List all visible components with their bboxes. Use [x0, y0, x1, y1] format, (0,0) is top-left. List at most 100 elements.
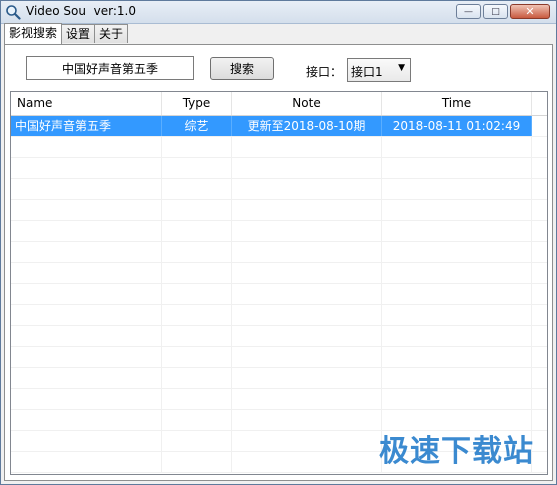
empty-grid-cell	[532, 368, 547, 388]
tab-settings[interactable]: 设置	[61, 24, 96, 43]
empty-grid-row	[11, 326, 547, 347]
empty-grid-cell	[532, 137, 547, 157]
results-list[interactable]: Name Type Note Time 中国好声音第五季 综艺 更新至2018-…	[10, 91, 548, 475]
chevron-down-icon: ▼	[398, 63, 405, 73]
empty-grid-cell	[382, 284, 532, 304]
empty-grid-cell	[532, 221, 547, 241]
empty-grid-cell	[162, 242, 232, 262]
empty-grid-cell	[532, 305, 547, 325]
empty-grid-rows	[11, 137, 547, 473]
empty-grid-cell	[162, 410, 232, 430]
empty-grid-cell	[232, 137, 382, 157]
list-row[interactable]: 中国好声音第五季 综艺 更新至2018-08-10期 2018-08-11 01…	[11, 116, 547, 137]
search-button[interactable]: 搜索	[210, 57, 274, 80]
empty-grid-cell	[382, 200, 532, 220]
empty-grid-row	[11, 389, 547, 410]
tab-video-search[interactable]: 影视搜索	[4, 23, 63, 44]
empty-grid-cell	[382, 137, 532, 157]
title-bar[interactable]: Video Sou ver:1.0 — □ ✕	[1, 1, 556, 24]
api-select-value: 接口1	[351, 65, 383, 79]
empty-grid-cell	[382, 305, 532, 325]
maximize-button[interactable]: □	[483, 4, 508, 19]
minimize-button[interactable]: —	[456, 4, 481, 19]
search-input[interactable]	[26, 56, 194, 80]
tab-about[interactable]: 关于	[94, 24, 129, 43]
empty-grid-cell	[11, 179, 162, 199]
empty-grid-cell	[232, 305, 382, 325]
empty-grid-cell	[232, 410, 382, 430]
empty-grid-cell	[232, 263, 382, 283]
empty-grid-row	[11, 242, 547, 263]
column-header-time[interactable]: Time	[382, 92, 532, 115]
empty-grid-cell	[11, 410, 162, 430]
empty-grid-cell	[232, 158, 382, 178]
empty-grid-cell	[11, 137, 162, 157]
empty-grid-cell	[162, 431, 232, 451]
magnifier-icon	[6, 5, 21, 20]
api-label: 接口：	[306, 65, 343, 79]
empty-grid-cell	[11, 368, 162, 388]
empty-grid-cell	[162, 452, 232, 472]
empty-grid-cell	[532, 347, 547, 367]
site-watermark: 极速下载站	[379, 434, 534, 469]
empty-grid-row	[11, 221, 547, 242]
window-title: Video Sou ver:1.0	[26, 4, 136, 18]
empty-grid-cell	[532, 200, 547, 220]
empty-grid-cell	[532, 242, 547, 262]
empty-grid-cell	[232, 431, 382, 451]
empty-grid-cell	[382, 242, 532, 262]
empty-grid-cell	[532, 326, 547, 346]
cell-time: 2018-08-11 01:02:49	[382, 116, 532, 136]
column-header-note[interactable]: Note	[232, 92, 382, 115]
empty-grid-cell	[162, 158, 232, 178]
empty-grid-cell	[532, 158, 547, 178]
empty-grid-cell	[532, 263, 547, 283]
empty-grid-cell	[11, 326, 162, 346]
column-header-name[interactable]: Name	[11, 92, 162, 115]
cell-type: 综艺	[162, 116, 232, 136]
empty-grid-row	[11, 200, 547, 221]
empty-grid-cell	[11, 431, 162, 451]
list-header: Name Type Note Time	[11, 92, 547, 116]
empty-grid-cell	[162, 368, 232, 388]
empty-grid-cell	[382, 347, 532, 367]
empty-grid-cell	[532, 284, 547, 304]
empty-grid-cell	[11, 452, 162, 472]
empty-grid-cell	[232, 368, 382, 388]
empty-grid-cell	[162, 326, 232, 346]
api-select[interactable]: 接口1 ▼	[347, 58, 411, 82]
empty-grid-cell	[162, 263, 232, 283]
empty-grid-cell	[11, 242, 162, 262]
empty-grid-row	[11, 263, 547, 284]
empty-grid-cell	[11, 347, 162, 367]
empty-grid-cell	[162, 137, 232, 157]
empty-grid-cell	[532, 431, 547, 451]
column-header-type[interactable]: Type	[162, 92, 232, 115]
cell-name: 中国好声音第五季	[11, 116, 162, 136]
empty-grid-cell	[11, 284, 162, 304]
tab-strip: 影视搜索 设置 关于	[4, 23, 129, 44]
list-body: 中国好声音第五季 综艺 更新至2018-08-10期 2018-08-11 01…	[11, 116, 547, 474]
empty-grid-cell	[382, 179, 532, 199]
empty-grid-cell	[162, 179, 232, 199]
empty-grid-row	[11, 137, 547, 158]
empty-grid-cell	[232, 221, 382, 241]
empty-grid-row	[11, 284, 547, 305]
empty-grid-cell	[11, 158, 162, 178]
empty-grid-cell	[532, 452, 547, 472]
empty-grid-cell	[11, 200, 162, 220]
empty-grid-cell	[232, 200, 382, 220]
close-button[interactable]: ✕	[510, 4, 550, 19]
search-tab-panel: 搜索 接口： 接口1 ▼ Name Type Note Time 中国好声音第五…	[4, 44, 553, 481]
empty-grid-cell	[232, 284, 382, 304]
app-window: Video Sou ver:1.0 — □ ✕ 影视搜索 设置 关于 搜索 接口…	[0, 0, 557, 485]
empty-grid-cell	[232, 389, 382, 409]
empty-grid-cell	[162, 200, 232, 220]
cell-filler	[532, 116, 547, 136]
empty-grid-cell	[162, 389, 232, 409]
empty-grid-cell	[162, 284, 232, 304]
empty-grid-row	[11, 347, 547, 368]
empty-grid-cell	[382, 368, 532, 388]
empty-grid-cell	[382, 389, 532, 409]
empty-grid-cell	[532, 179, 547, 199]
